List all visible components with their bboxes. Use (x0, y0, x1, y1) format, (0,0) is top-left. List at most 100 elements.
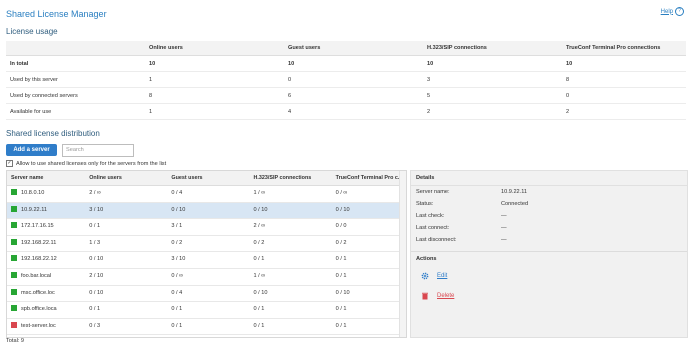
page-title: Shared License Manager (6, 9, 107, 19)
status-square-icon (11, 271, 17, 278)
details-heading: Details (411, 171, 687, 186)
usage-cell: 1 (145, 103, 284, 120)
usage-cell: 4 (284, 103, 423, 120)
h323-cell: 0 / 10 (253, 289, 268, 296)
detail-value: — (501, 225, 507, 231)
usage-cell: 8 (145, 87, 284, 104)
delete-label[interactable]: Delete (437, 293, 454, 299)
server-name: foo.bar.local (21, 272, 52, 279)
usage-row-label: Used by this server (6, 71, 145, 88)
detail-label: Last check: (416, 213, 445, 219)
status-square-icon (11, 321, 17, 328)
license-usage-header-row: Online users Guest users H.323/SIP conne… (6, 41, 686, 56)
server-name: 172.17.16.15 (21, 223, 54, 230)
terminal-cell: 0 / 1 (335, 306, 347, 313)
table-row[interactable]: test-server.loc 0 / 3 0 / 1 0 / 1 0 / 1 (7, 319, 406, 336)
gear-icon[interactable] (421, 272, 429, 280)
terminal-cell: 0 / 10 (335, 289, 350, 296)
usage-row-label: Used by connected servers (6, 87, 145, 104)
servers-table: Server name Online users Guest users H.3… (6, 170, 407, 338)
terminal-cell: 0 / 1 (335, 322, 347, 329)
search-input[interactable]: Search (62, 144, 134, 157)
table-row[interactable]: spb.office.loca 0 / 1 0 / 1 0 / 1 0 / 1 (7, 302, 406, 319)
usage-col-guest: Guest users (284, 41, 423, 56)
guest-cell: 0 / ∞ (171, 272, 184, 279)
detail-value: Connected (501, 201, 529, 207)
table-row[interactable]: 192.168.22.12 0 / 10 3 / 10 0 / 1 0 / 1 (7, 252, 406, 269)
usage-row-connected-servers: Used by connected servers 8 6 5 0 (6, 87, 686, 104)
license-usage-heading: License usage (6, 27, 58, 36)
usage-col-terminal: TrueConf Terminal Pro connections (562, 41, 686, 56)
online-cell: 2 / ∞ (89, 190, 101, 196)
table-row[interactable]: 10.8.0.10 2 / ∞ 0 / 4 1 / ∞ 0 / ∞ (7, 186, 406, 203)
terminal-cell: 0 / 0 (335, 223, 347, 230)
detail-label: Last disconnect: (416, 237, 457, 243)
table-row[interactable]: 192.168.22.11 1 / 3 0 / 2 0 / 2 0 / 2 (7, 236, 406, 253)
delete-button[interactable]: Delete (421, 292, 454, 300)
table-scrollbar[interactable] (399, 171, 406, 337)
help-link[interactable]: Help ? (661, 7, 684, 16)
edit-label[interactable]: Edit (437, 273, 447, 279)
actions-section: Actions Edit Delete (411, 251, 687, 300)
status-square-icon (11, 288, 17, 295)
details-panel: Details Server name: 10.9.22.11 Status: … (410, 170, 688, 338)
h323-cell: 0 / 1 (253, 306, 265, 313)
terminal-cell: 0 / 1 (335, 256, 347, 263)
guest-cell: 3 / 10 (171, 256, 186, 263)
usage-cell: 10 (284, 55, 423, 72)
online-cell: 0 / 1 (89, 223, 101, 230)
table-row-selected[interactable]: 10.9.22.11 3 / 10 0 / 10 0 / 10 0 / 10 (7, 202, 406, 220)
online-cell: 0 / 3 (89, 322, 101, 329)
usage-cell: 10 (145, 55, 284, 72)
trash-icon[interactable] (421, 292, 429, 300)
online-cell: 0 / 10 (89, 256, 104, 263)
question-circle-icon[interactable]: ? (675, 7, 684, 16)
usage-cell: 2 (423, 103, 562, 120)
usage-cell: 0 (562, 87, 686, 104)
detail-value: 10.9.22.11 (501, 189, 528, 195)
col-h323[interactable]: H.323/SIP connections (250, 171, 332, 185)
terminal-cell: 0 / 1 (335, 272, 347, 279)
usage-col-label (6, 41, 145, 56)
license-usage-table: Online users Guest users H.323/SIP conne… (6, 41, 686, 120)
terminal-cell: 0 / 2 (335, 239, 347, 246)
usage-cell: 0 (284, 71, 423, 88)
usage-cell: 3 (423, 71, 562, 88)
guest-cell: 0 / 4 (171, 190, 183, 196)
status-square-icon (11, 222, 17, 229)
h323-cell: 1 / ∞ (253, 190, 266, 196)
table-row[interactable]: 172.17.16.15 0 / 1 3 / 1 2 / ∞ 0 / 0 (7, 219, 406, 236)
status-square-icon (11, 305, 17, 312)
servers-table-header: Server name Online users Guest users H.3… (7, 171, 406, 186)
edit-button[interactable]: Edit (421, 272, 447, 280)
col-terminal[interactable]: TrueConf Terminal Pro c... (332, 171, 406, 185)
allow-shared-licenses-label: Allow to use shared licenses only for th… (16, 160, 167, 167)
usage-row-this-server: Used by this server 1 0 3 8 (6, 71, 686, 88)
col-server-name[interactable]: Server name (7, 171, 85, 185)
status-square-icon (11, 205, 17, 212)
allow-shared-licenses-option[interactable]: ✓ Allow to use shared licenses only for … (6, 160, 166, 167)
col-guest-users[interactable]: Guest users (167, 171, 249, 185)
online-cell: 3 / 10 (89, 206, 104, 213)
usage-col-online: Online users (145, 41, 284, 56)
guest-cell: 0 / 10 (171, 206, 186, 213)
usage-cell: 5 (423, 87, 562, 104)
terminal-cell: 0 / 10 (335, 206, 350, 213)
guest-cell: 0 / 4 (171, 289, 183, 296)
checkbox-checked-icon[interactable]: ✓ (6, 160, 13, 167)
add-server-button[interactable]: Add a server (6, 144, 57, 156)
h323-cell: 1 / ∞ (253, 272, 266, 279)
table-row[interactable]: msc.office.loc 0 / 10 0 / 4 0 / 10 0 / 1… (7, 286, 406, 303)
status-square-icon (11, 255, 17, 262)
guest-cell: 3 / 1 (171, 223, 183, 230)
total-count: Total: 9 (6, 338, 25, 344)
detail-value: — (501, 213, 507, 219)
online-cell: 0 / 10 (89, 289, 104, 296)
col-online-users[interactable]: Online users (85, 171, 167, 185)
help-label[interactable]: Help (661, 9, 673, 15)
table-row[interactable]: foo.bar.local 2 / 10 0 / ∞ 1 / ∞ 0 / 1 (7, 269, 406, 286)
server-name: 192.168.22.12 (21, 256, 57, 263)
h323-cell: 0 / 10 (253, 206, 268, 213)
usage-cell: 6 (284, 87, 423, 104)
server-name: test-server.loc (21, 322, 56, 329)
